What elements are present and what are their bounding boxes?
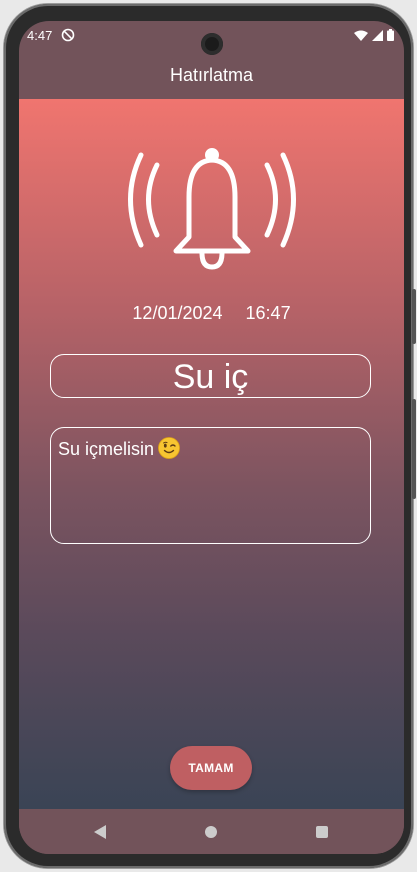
back-icon[interactable] <box>94 825 106 839</box>
recents-icon[interactable] <box>316 826 328 838</box>
screen: 4:47 Hatırlatma 12/01/2024 16:47 Su iç S… <box>19 21 404 854</box>
ok-button-label: TAMAM <box>188 761 234 775</box>
ok-button[interactable]: TAMAM <box>170 746 252 790</box>
reminder-message-field[interactable]: Su içmelisin <box>50 427 371 544</box>
reminder-content: 12/01/2024 16:47 Su iç Su içmelisin TAMA… <box>19 99 404 809</box>
app-bar: Hatırlatma <box>19 51 404 99</box>
volume-button <box>412 399 416 499</box>
signal-icon <box>372 29 383 41</box>
dnd-icon <box>61 28 75 42</box>
status-time: 4:47 <box>27 28 53 43</box>
navigation-bar <box>19 809 404 854</box>
reminder-title-field[interactable]: Su iç <box>50 354 371 398</box>
reminder-time: 16:47 <box>245 303 291 323</box>
wifi-icon <box>354 30 368 41</box>
page-title: Hatırlatma <box>169 65 254 85</box>
status-icons <box>354 29 394 41</box>
battery-icon <box>387 29 394 41</box>
reminder-datetime: 12/01/2024 16:47 <box>19 303 404 324</box>
reminder-message: Su içmelisin <box>58 439 155 459</box>
reminder-date: 12/01/2024 <box>132 303 223 323</box>
winking-face-emoji-icon <box>158 437 180 459</box>
ringing-bell-icon <box>128 148 296 270</box>
phone-frame: 4:47 Hatırlatma 12/01/2024 16:47 Su iç S… <box>4 4 416 868</box>
power-button <box>412 289 416 344</box>
reminder-title: Su iç <box>172 358 249 396</box>
status-bar: 4:47 <box>19 21 404 55</box>
home-icon[interactable] <box>205 826 217 838</box>
